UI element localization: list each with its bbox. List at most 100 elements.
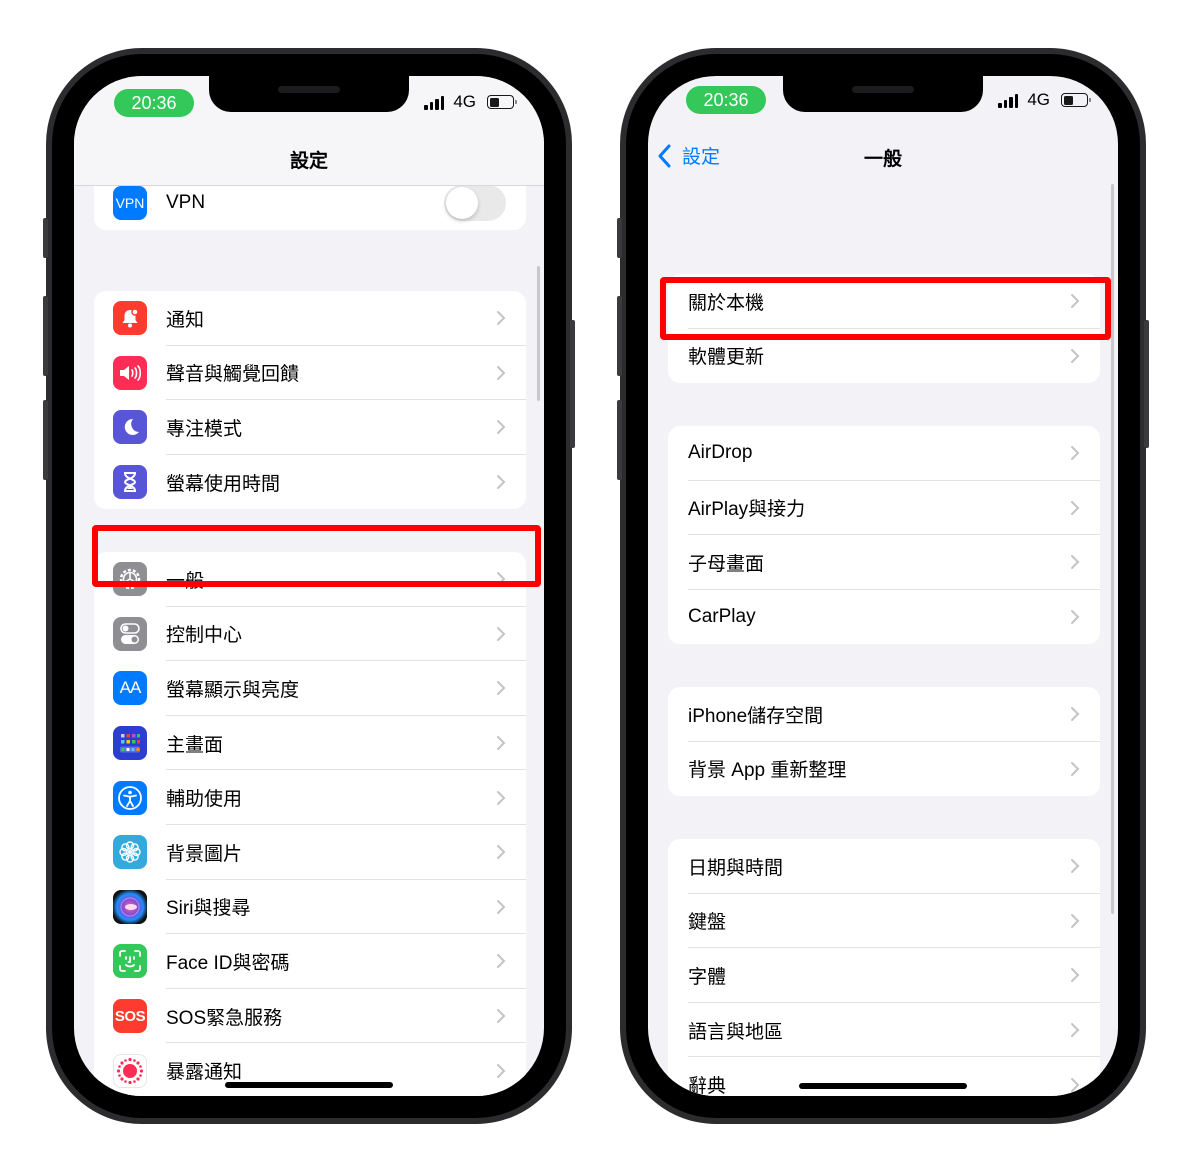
settings-row-siri[interactable]: Siri與搜尋: [94, 880, 526, 935]
status-time[interactable]: 20:36: [686, 86, 766, 114]
network-type: 4G: [453, 92, 476, 111]
general-group-1-container: 關於本機 軟體更新: [648, 274, 1118, 384]
speaker-grille: [852, 86, 914, 93]
row-label: 專注模式: [166, 418, 243, 440]
settings-row-display[interactable]: AA 螢幕顯示與亮度: [94, 661, 526, 716]
settings-row-sounds[interactable]: 聲音與觸覺回饋: [94, 346, 526, 401]
scroll-indicator[interactable]: [1111, 184, 1114, 914]
row-label: 鍵盤: [688, 912, 727, 934]
chevron-right-icon: [1071, 859, 1080, 874]
speaker-grille: [278, 86, 340, 93]
accessibility-icon: [113, 780, 147, 815]
general-row-date-time[interactable]: 日期與時間: [668, 839, 1100, 894]
gear-icon: [113, 562, 147, 597]
volume-up-button: [43, 296, 48, 376]
volume-down-button: [43, 400, 48, 480]
row-label: 背景 App 重新整理: [688, 760, 847, 782]
vpn-toggle[interactable]: [444, 185, 506, 221]
settings-group-1: 通知 聲音與觸覺回饋 專注模式 螢幕使用時間: [94, 291, 526, 510]
chevron-right-icon: [497, 1009, 506, 1024]
left-phone: 20:36 4G 設定 VPN VPN 通知 聲音與觸覺回饋 專注模式 螢幕使用…: [43, 48, 575, 1124]
general-group-4-container: 日期與時間 鍵盤 字體 語言與地區 辭典: [648, 839, 1118, 1096]
group-2-container: 一般 控制中心 AA 螢幕顯示與亮度 主畫面 輔助使用 背景圖片 Siri與搜尋…: [74, 552, 544, 1096]
general-row-airplay[interactable]: AirPlay與接力: [668, 481, 1100, 536]
settings-row-focus[interactable]: 專注模式: [94, 400, 526, 455]
chevron-right-icon: [497, 365, 506, 380]
settings-row-face-id[interactable]: Face ID與密碼: [94, 934, 526, 989]
navbar: 設定 一般: [648, 134, 1118, 184]
settings-row-home-screen[interactable]: 主畫面: [94, 716, 526, 771]
group-1-container: 通知 聲音與觸覺回饋 專注模式 螢幕使用時間: [74, 291, 544, 510]
general-row-storage[interactable]: iPhone儲存空間: [668, 687, 1100, 742]
vpn-icon: VPN: [113, 186, 147, 220]
settings-row-sos[interactable]: SOS SOS緊急服務: [94, 989, 526, 1044]
settings-row-general[interactable]: 一般: [94, 552, 526, 607]
chevron-right-icon: [1071, 913, 1080, 928]
settings-row-control-center[interactable]: 控制中心: [94, 607, 526, 662]
settings-screen: 20:36 4G 設定 VPN VPN 通知 聲音與觸覺回饋 專注模式 螢幕使用…: [74, 76, 544, 1096]
chevron-right-icon: [1071, 610, 1080, 625]
general-group-3: iPhone儲存空間 背景 App 重新整理: [668, 687, 1100, 797]
chevron-right-icon: [497, 572, 506, 587]
chevron-right-icon: [497, 790, 506, 805]
chevron-right-icon: [1071, 1077, 1080, 1092]
general-row-carplay[interactable]: CarPlay: [668, 590, 1100, 645]
row-label: 子母畫面: [688, 553, 765, 575]
general-screen: 20:36 4G 設定 一般 關於本機 軟體更新 AirDrop AirPlay…: [648, 76, 1118, 1096]
general-row-about[interactable]: 關於本機: [668, 274, 1100, 329]
row-label: AirDrop: [688, 442, 753, 464]
exposure-icon: [113, 1053, 147, 1088]
row-label: 背景圖片: [166, 843, 243, 865]
row-label: 軟體更新: [688, 347, 765, 369]
chevron-right-icon: [497, 899, 506, 914]
mute-switch: [43, 218, 48, 258]
text-size-icon: AA: [113, 671, 147, 706]
battery-icon: [487, 95, 517, 109]
row-label: iPhone儲存空間: [688, 705, 824, 727]
row-label: 字體: [688, 966, 727, 988]
mute-switch: [617, 218, 622, 258]
settings-row-screen-time[interactable]: 螢幕使用時間: [94, 455, 526, 510]
row-label: 關於本機: [688, 292, 765, 314]
siri-icon: [113, 889, 147, 924]
volume-down-button: [617, 400, 622, 480]
general-row-keyboard[interactable]: 鍵盤: [668, 894, 1100, 949]
general-row-fonts[interactable]: 字體: [668, 948, 1100, 1003]
chevron-right-icon: [1071, 348, 1080, 363]
page-title: 一般: [863, 149, 902, 170]
settings-row-notifications[interactable]: 通知: [94, 291, 526, 346]
general-row-language-region[interactable]: 語言與地區: [668, 1003, 1100, 1058]
navbar: 設定: [74, 136, 544, 186]
general-row-software-update[interactable]: 軟體更新: [668, 329, 1100, 384]
general-row-airdrop[interactable]: AirDrop: [668, 426, 1100, 481]
settings-row-wallpaper[interactable]: 背景圖片: [94, 825, 526, 880]
chevron-right-icon: [497, 736, 506, 751]
chevron-right-icon: [497, 845, 506, 860]
status-time[interactable]: 20:36: [114, 89, 194, 117]
row-label: 螢幕使用時間: [166, 473, 281, 495]
row-label: 輔助使用: [166, 789, 243, 811]
chevron-right-icon: [1071, 500, 1080, 515]
home-grid-icon: [113, 726, 147, 761]
home-indicator[interactable]: [799, 1083, 967, 1089]
row-label: SOS緊急服務: [166, 1007, 283, 1029]
general-row-dictionary[interactable]: 辭典: [668, 1057, 1100, 1096]
network-type: 4G: [1027, 90, 1050, 109]
general-row-pip[interactable]: 子母畫面: [668, 535, 1100, 590]
row-label: 暴露通知: [166, 1062, 243, 1084]
scroll-indicator[interactable]: [537, 266, 540, 401]
settings-row-accessibility[interactable]: 輔助使用: [94, 770, 526, 825]
chevron-right-icon: [1071, 761, 1080, 776]
general-group-3-container: iPhone儲存空間 背景 App 重新整理: [648, 687, 1118, 797]
settings-row-exposure[interactable]: 暴露通知: [94, 1043, 526, 1096]
chevron-right-icon: [1071, 446, 1080, 461]
general-row-background-refresh[interactable]: 背景 App 重新整理: [668, 742, 1100, 797]
row-label: CarPlay: [688, 606, 756, 628]
signal-icon: [424, 96, 444, 110]
row-label: 一般: [166, 570, 205, 592]
speaker-icon: [113, 355, 147, 390]
bell-icon: [113, 301, 147, 336]
face-id-icon: [113, 944, 147, 979]
home-indicator[interactable]: [225, 1082, 393, 1088]
row-label: 日期與時間: [688, 857, 784, 879]
